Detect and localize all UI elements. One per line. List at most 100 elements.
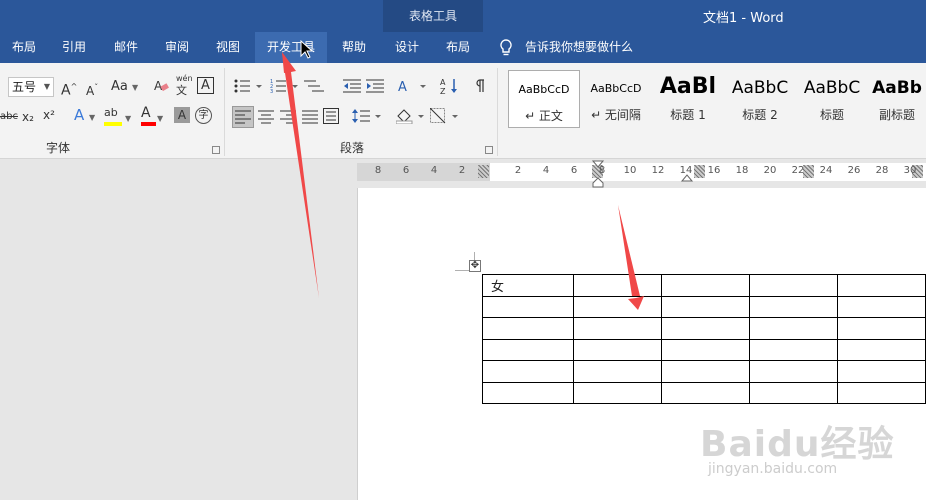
style-heading-2[interactable]: AaBbC 标题 2: [724, 70, 796, 128]
ruler-tick-label: 22: [791, 165, 805, 176]
document-table[interactable]: 女: [482, 274, 926, 404]
table-cell[interactable]: [748, 381, 838, 404]
style-heading-1[interactable]: AaBl 标题 1: [652, 70, 724, 128]
superscript-button[interactable]: x²: [43, 106, 55, 124]
table-cell[interactable]: [660, 338, 750, 361]
font-dialog-launcher-icon[interactable]: [212, 146, 220, 154]
ruler-tick-label: 2: [514, 165, 522, 176]
tab-table-layout[interactable]: 布局: [434, 32, 482, 63]
increase-indent-icon[interactable]: [366, 78, 384, 94]
style-no-spacing[interactable]: AaBbCcD ↵ 无间隔: [580, 70, 652, 128]
shading-icon[interactable]: [396, 108, 426, 124]
tab-view[interactable]: 视图: [204, 32, 252, 63]
grow-font-button[interactable]: A^: [61, 78, 77, 100]
show-formatting-marks-icon[interactable]: [472, 78, 486, 94]
table-move-handle-icon[interactable]: ✥: [469, 260, 481, 272]
text-effects-label: A: [74, 106, 85, 124]
numbering-icon[interactable]: 123: [270, 78, 298, 94]
table-cell[interactable]: [660, 360, 750, 383]
table-cell[interactable]: [748, 295, 838, 318]
ruler-tick-label: 8: [598, 165, 606, 176]
clear-formatting-icon[interactable]: A: [153, 78, 169, 94]
strikethrough-button[interactable]: abc: [0, 108, 18, 126]
distributed-icon[interactable]: [323, 108, 339, 124]
table-cell[interactable]: 女: [482, 274, 574, 297]
table-cell[interactable]: [572, 381, 662, 404]
ruler-tick-label: 20: [763, 165, 777, 176]
chinese-layout-icon[interactable]: A: [398, 78, 426, 94]
line-spacing-icon[interactable]: [352, 108, 382, 124]
align-right-icon[interactable]: [280, 110, 296, 124]
table-cell[interactable]: [748, 360, 838, 383]
character-shading-button[interactable]: A: [174, 107, 190, 123]
table-cell[interactable]: [748, 317, 838, 340]
multilevel-list-icon[interactable]: [304, 78, 332, 94]
column-marker[interactable]: [478, 165, 489, 178]
highlight-color-button[interactable]: ab: [104, 104, 122, 126]
text-effects-button[interactable]: A ▼: [74, 106, 95, 127]
table-cell[interactable]: [836, 338, 926, 361]
tab-table-design[interactable]: 设计: [383, 32, 431, 63]
shrink-font-button[interactable]: Aˇ: [86, 79, 98, 100]
svg-text:A: A: [154, 79, 163, 93]
style-title[interactable]: AaBbC 标题: [796, 70, 868, 128]
caret-down-icon: ˇ: [94, 83, 99, 92]
table-cell[interactable]: [660, 381, 750, 404]
table-cell[interactable]: [482, 360, 574, 383]
chevron-down-icon[interactable]: ▼: [157, 108, 163, 128]
chevron-down-icon: ▼: [89, 113, 96, 122]
font-size-combo[interactable]: 五号 ▼: [8, 77, 54, 97]
decrease-indent-icon[interactable]: [343, 78, 361, 94]
shrink-font-label: A: [86, 84, 95, 98]
change-case-button[interactable]: Aa ▼: [111, 78, 138, 97]
ruler-tick-label: 2: [458, 165, 466, 176]
table-cell[interactable]: [836, 295, 926, 318]
table-cell[interactable]: [482, 338, 574, 361]
table-cell[interactable]: [748, 338, 838, 361]
table-cell[interactable]: [482, 381, 574, 404]
table-cell[interactable]: [660, 317, 750, 340]
table-cell[interactable]: [572, 360, 662, 383]
table-row: [482, 360, 926, 383]
svg-text:3: 3: [270, 89, 273, 94]
tab-developer[interactable]: 开发工具: [255, 32, 327, 63]
table-cell[interactable]: [748, 274, 838, 297]
style-subtitle[interactable]: AaBb 副标题: [868, 70, 926, 128]
font-color-button[interactable]: A: [141, 104, 156, 126]
enclose-characters-button[interactable]: 字: [195, 107, 212, 124]
svg-text:A: A: [398, 80, 407, 94]
sort-icon[interactable]: AZ: [440, 77, 460, 95]
ruler-tick-label: 30: [903, 165, 917, 176]
character-border-button[interactable]: A: [197, 77, 214, 94]
table-cell[interactable]: [660, 295, 750, 318]
tab-references[interactable]: 引用: [50, 32, 98, 63]
table-cell[interactable]: [836, 317, 926, 340]
svg-text:A: A: [440, 78, 446, 87]
table-cell[interactable]: [482, 295, 574, 318]
justify-icon[interactable]: [302, 110, 318, 124]
table-cell[interactable]: [836, 381, 926, 404]
paragraph-dialog-launcher-icon[interactable]: [485, 146, 493, 154]
tab-review[interactable]: 审阅: [153, 32, 201, 63]
table-cell[interactable]: [572, 274, 662, 297]
table-cell[interactable]: [660, 274, 750, 297]
style-normal[interactable]: AaBbCcD ↵ 正文: [508, 70, 580, 128]
bullets-icon[interactable]: [234, 78, 262, 94]
tell-me-search[interactable]: 告诉我你想要做什么: [525, 32, 633, 63]
document-background: [0, 160, 357, 500]
chevron-down-icon[interactable]: ▼: [125, 108, 131, 128]
borders-icon[interactable]: [430, 108, 460, 124]
subscript-button[interactable]: x₂: [22, 108, 34, 126]
tab-mailings[interactable]: 邮件: [102, 32, 150, 63]
table-cell[interactable]: [572, 317, 662, 340]
table-cell[interactable]: [482, 317, 574, 340]
table-cell[interactable]: [836, 360, 926, 383]
phonetic-guide-button[interactable]: wén 文: [176, 74, 193, 97]
align-center-icon[interactable]: [258, 110, 274, 124]
table-cell[interactable]: [572, 338, 662, 361]
table-cell[interactable]: [836, 274, 926, 297]
tab-help[interactable]: 帮助: [330, 32, 378, 63]
tab-layout[interactable]: 布局: [0, 32, 48, 63]
table-row: [482, 381, 926, 404]
table-cell[interactable]: [572, 295, 662, 318]
